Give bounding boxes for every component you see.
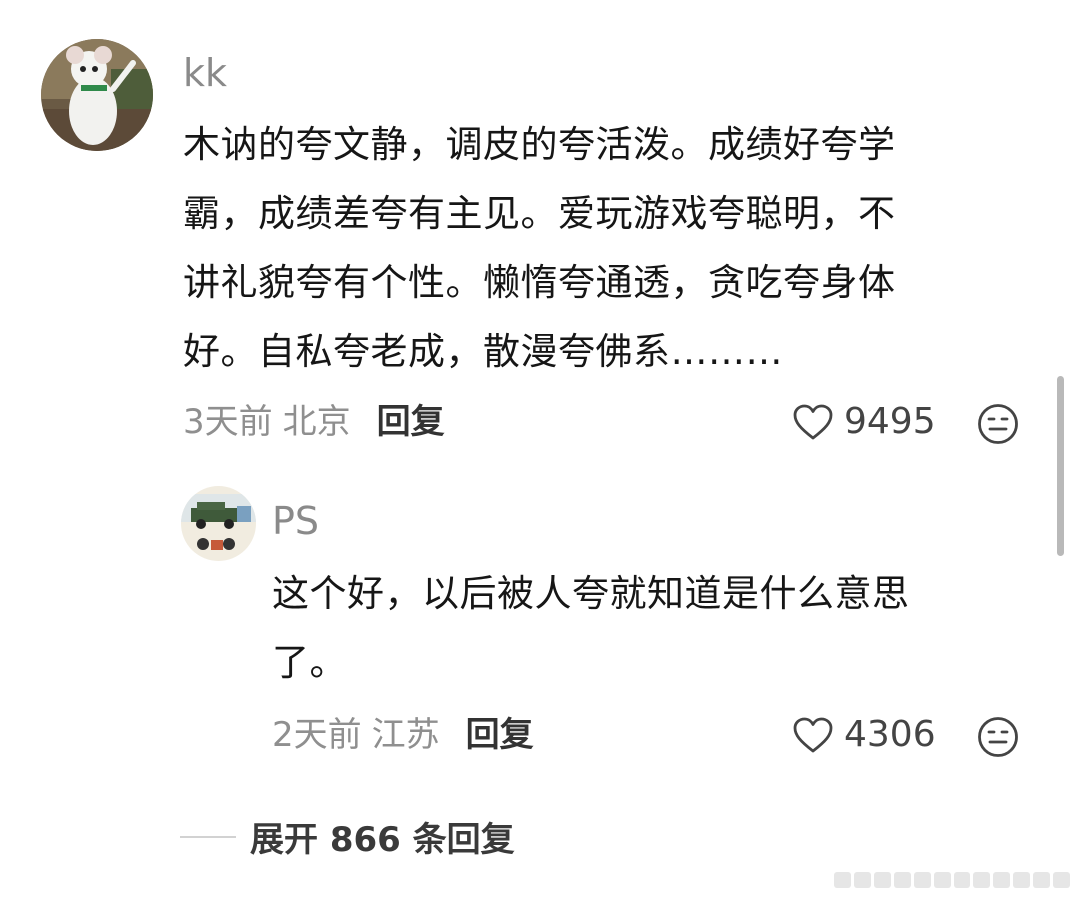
- neutral-face-icon[interactable]: [977, 716, 1019, 758]
- reply-button[interactable]: 回复: [377, 405, 445, 439]
- expand-replies-label: 展开 866 条回复: [250, 820, 515, 860]
- comment-line: 讲礼貌夸有个性。懒惰夸通透，贪吃夸身体: [183, 261, 896, 304]
- comment-meta: 2天前 江苏 回复: [272, 718, 534, 752]
- comment-location: 江苏: [371, 715, 440, 755]
- comment-location: 北京: [282, 402, 351, 442]
- comment-meta: 3天前 北京 回复: [183, 405, 445, 439]
- reply-button[interactable]: 回复: [466, 718, 534, 752]
- like-count: 9495: [844, 401, 936, 442]
- comment-text: 木讷的夸文静，调皮的夸活泼。成绩好夸学 霸，成绩差夸有主见。爱玩游戏夸聪明，不 …: [183, 110, 1033, 386]
- comment-username[interactable]: kk: [183, 54, 227, 92]
- divider: [180, 835, 236, 838]
- like-button[interactable]: 4306: [792, 716, 936, 754]
- comment-line: 好。自私夸老成，散漫夸佛系………: [183, 330, 783, 373]
- comment-username[interactable]: PS: [272, 502, 319, 540]
- comment-line: 这个好，以后被人夸就知道是什么意思: [272, 572, 910, 615]
- comment-time: 3天前: [183, 402, 273, 442]
- heart-outline-icon: [792, 716, 834, 754]
- expand-replies-button[interactable]: 展开 866 条回复: [180, 812, 515, 861]
- comment-text: 这个好，以后被人夸就知道是什么意思 了。: [272, 559, 1042, 697]
- avatar[interactable]: [41, 39, 153, 151]
- comment-time: 2天前: [272, 715, 362, 755]
- watermark: [834, 866, 1071, 894]
- avatar[interactable]: [181, 486, 256, 561]
- comment-line: 了。: [272, 641, 347, 684]
- comment-line: 木讷的夸文静，调皮的夸活泼。成绩好夸学: [183, 123, 896, 166]
- scrollbar[interactable]: [1057, 376, 1064, 556]
- comment-line: 霸，成绩差夸有主见。爱玩游戏夸聪明，不: [183, 192, 896, 235]
- neutral-face-icon[interactable]: [977, 403, 1019, 445]
- like-button[interactable]: 9495: [792, 403, 936, 441]
- heart-outline-icon: [792, 403, 834, 441]
- like-count: 4306: [844, 714, 936, 755]
